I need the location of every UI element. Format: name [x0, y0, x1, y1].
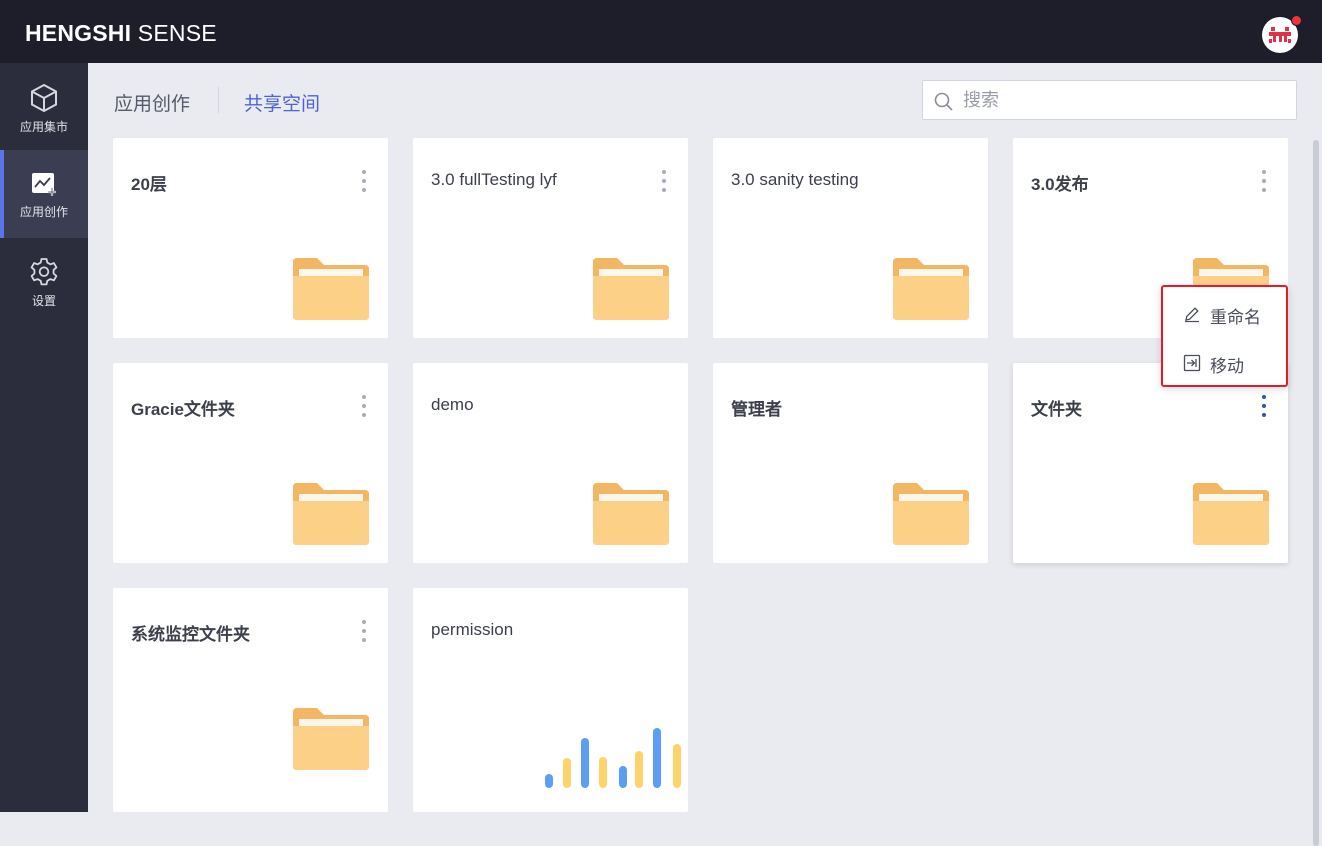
tab-app-creation[interactable]: 应用创作: [114, 89, 190, 116]
card-title: demo: [431, 395, 474, 414]
sidebar-item-label: 应用集市: [19, 120, 68, 134]
sidebar-item-app-creation[interactable]: 应用创作: [0, 150, 88, 238]
card-title: 3.0发布: [1031, 175, 1089, 194]
scrollbar[interactable]: [1313, 140, 1319, 846]
folder-icon: [1193, 483, 1269, 545]
menu-item-label: 重命名: [1210, 308, 1261, 327]
folder-card[interactable]: 3.0 fullTesting lyf: [413, 138, 688, 338]
more-options-icon[interactable]: [1254, 393, 1274, 423]
bar-chart-thumbnail-icon: [545, 728, 681, 788]
sidebar-item-label: 设置: [31, 294, 56, 308]
folder-card[interactable]: 文件夹: [1013, 363, 1288, 563]
search-icon: [934, 92, 953, 111]
card-title: 20层: [131, 175, 167, 194]
tab-divider: [218, 87, 219, 113]
tab-shared-space[interactable]: 共享空间: [244, 89, 320, 116]
context-menu: 重命名 移动: [1161, 285, 1288, 387]
more-options-icon[interactable]: [354, 168, 374, 198]
gear-icon: [30, 258, 58, 286]
card-title: 3.0 fullTesting lyf: [431, 170, 557, 189]
folder-icon: [893, 483, 969, 545]
folder-icon: [293, 708, 369, 770]
card-title: 系统监控文件夹: [131, 625, 250, 644]
search-input[interactable]: [963, 87, 1283, 113]
folder-icon: [593, 483, 669, 545]
folder-card[interactable]: 3.0 sanity testing: [713, 138, 988, 338]
top-bar: HENGSHI SENSE: [0, 0, 1322, 63]
more-options-icon[interactable]: [354, 393, 374, 423]
card-title: Gracie文件夹: [131, 400, 235, 419]
menu-item-rename[interactable]: 重命名: [1163, 293, 1286, 333]
cube-icon: [31, 83, 57, 113]
more-options-icon[interactable]: [654, 168, 674, 198]
folder-card[interactable]: 系统监控文件夹: [113, 588, 388, 812]
folder-icon: [293, 483, 369, 545]
folder-icon: [293, 258, 369, 320]
folder-card[interactable]: 20层: [113, 138, 388, 338]
card-title: 3.0 sanity testing: [731, 170, 859, 189]
app-card[interactable]: permission: [413, 588, 688, 812]
folder-icon: [893, 258, 969, 320]
menu-item-label: 移动: [1210, 357, 1244, 376]
sidebar-item-settings[interactable]: 设置: [0, 237, 88, 325]
card-title: 文件夹: [1031, 400, 1082, 419]
folder-card[interactable]: demo: [413, 363, 688, 563]
menu-item-move[interactable]: 移动: [1163, 342, 1286, 382]
folder-card[interactable]: 管理者: [713, 363, 988, 563]
folder-icon: [593, 258, 669, 320]
app-logo[interactable]: HENGSHI SENSE: [25, 20, 217, 47]
card-title: permission: [431, 620, 514, 639]
sidebar: 应用集市 应用创作 设置: [0, 63, 88, 812]
more-options-icon[interactable]: [1254, 168, 1274, 198]
chart-add-icon: [32, 173, 56, 196]
folder-card[interactable]: Gracie文件夹: [113, 363, 388, 563]
main-content: 应用创作 共享空间 20层 3.0 fullTesting lyf 3.0 sa…: [88, 63, 1322, 846]
card-title: 管理者: [731, 400, 782, 419]
pencil-icon: [1185, 307, 1199, 323]
search-box[interactable]: [922, 80, 1297, 120]
notification-badge: [1291, 15, 1302, 26]
move-icon: [1183, 354, 1201, 372]
sidebar-item-label: 应用创作: [19, 205, 68, 219]
sidebar-item-app-market[interactable]: 应用集市: [0, 63, 88, 151]
more-options-icon[interactable]: [354, 618, 374, 648]
